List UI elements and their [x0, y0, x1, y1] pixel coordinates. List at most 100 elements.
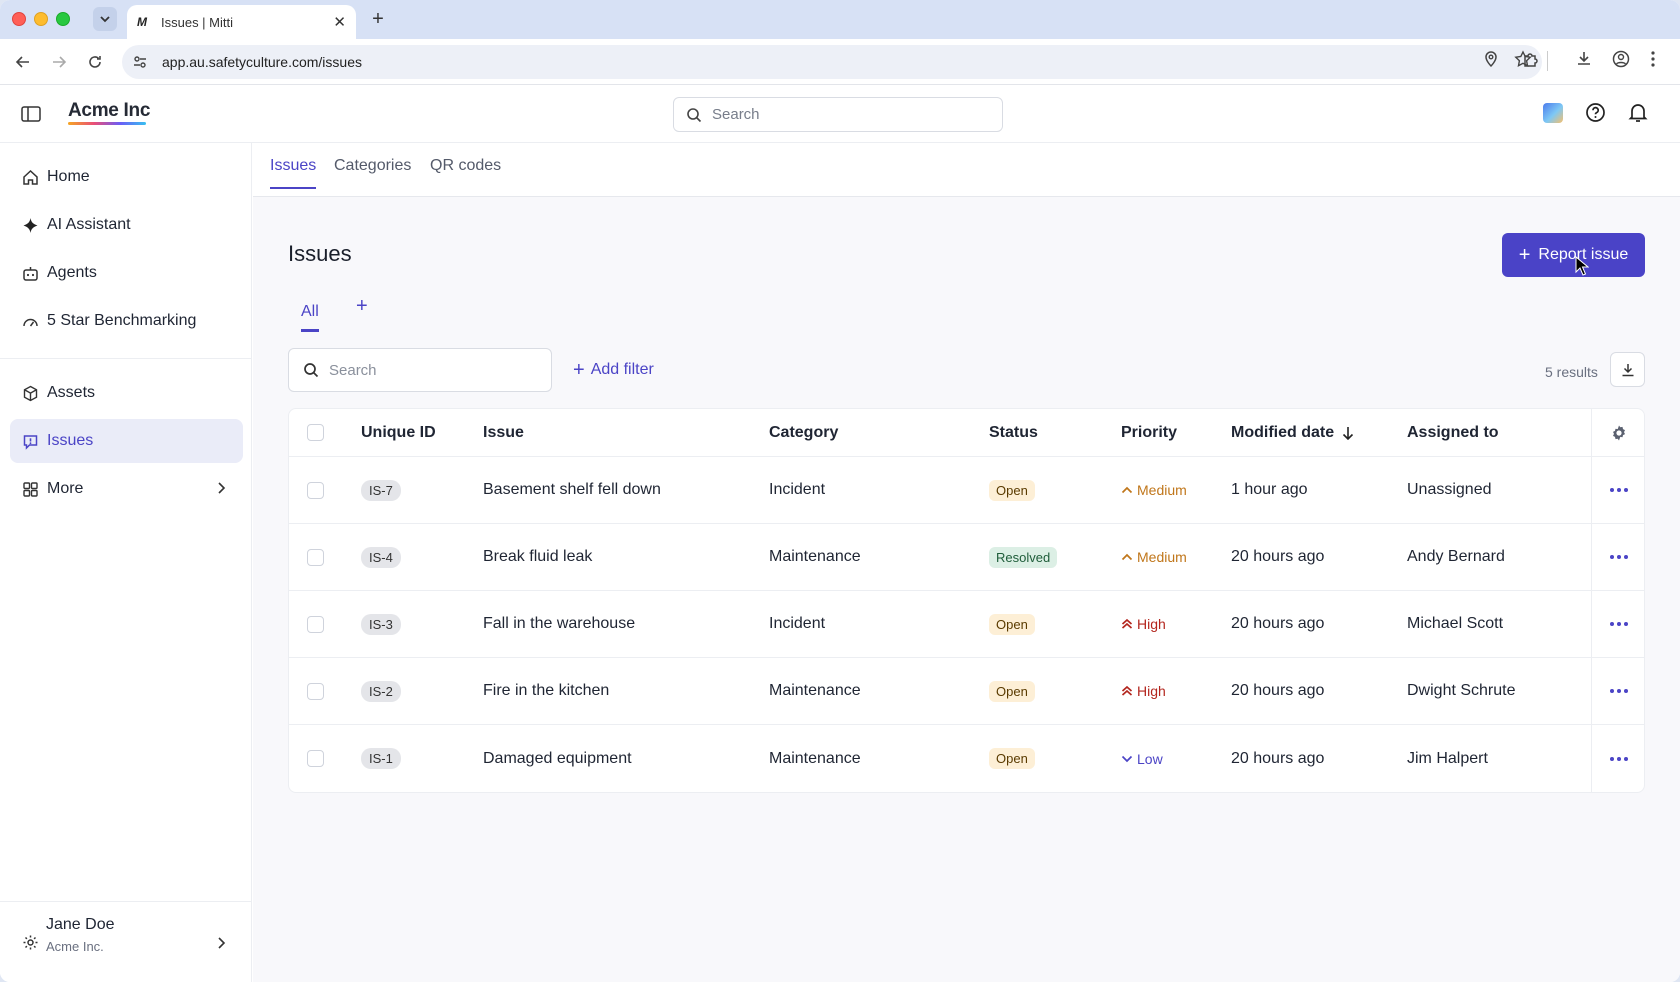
profile-button[interactable]	[1612, 50, 1630, 68]
report-issue-button[interactable]: + Report issue	[1502, 233, 1645, 277]
row-checkbox[interactable]	[307, 682, 324, 700]
row-checkbox[interactable]	[307, 548, 324, 566]
brand-logo[interactable]: Acme Inc	[68, 100, 150, 122]
issue-assignee: Andy Bernard	[1407, 548, 1505, 565]
sidebar-item-assets[interactable]: Assets	[10, 371, 243, 415]
sidebar-item-issues[interactable]: Issues	[10, 419, 243, 463]
select-all-checkbox[interactable]	[307, 424, 324, 441]
table-row[interactable]: IS-3 Fall in the warehouse Incident Open Hig…	[289, 591, 1644, 658]
table-row[interactable]: IS-4 Break fluid leak Maintenance Resolved M…	[289, 524, 1644, 591]
issue-category: Maintenance	[769, 548, 861, 565]
issue-category: Incident	[769, 481, 826, 498]
sidebar-toggle-button[interactable]	[21, 105, 41, 128]
sidebar: Home AI Assistant Agents 5 Star Benchmar…	[0, 143, 252, 982]
view-tab-all[interactable]: All	[301, 303, 319, 332]
row-actions-button[interactable]	[1591, 658, 1644, 724]
column-header-category[interactable]: Category	[769, 409, 838, 456]
gear-icon	[23, 935, 38, 950]
url-text: app.au.safetyculture.com/issues	[162, 54, 362, 70]
back-button[interactable]	[11, 50, 35, 74]
global-search[interactable]	[673, 97, 1003, 132]
global-search-input[interactable]	[712, 106, 982, 123]
issues-search-input[interactable]	[329, 361, 549, 379]
tab-qr-codes[interactable]: QR codes	[430, 157, 501, 187]
priority-high-icon	[1121, 618, 1133, 629]
sidebar-item-home[interactable]: Home	[10, 155, 243, 199]
sidebar-item-ai-assistant[interactable]: AI Assistant	[10, 203, 243, 247]
add-filter-button[interactable]: + Add filter	[573, 360, 654, 380]
issues-search[interactable]	[288, 348, 552, 392]
notification-bell-icon[interactable]	[1628, 102, 1648, 123]
toolbar-divider	[1547, 51, 1548, 71]
status-badge: Resolved	[989, 546, 1058, 568]
issue-title[interactable]: Break fluid leak	[483, 524, 592, 590]
new-tab-button[interactable]: +	[366, 8, 390, 31]
issue-title[interactable]: Basement shelf fell down	[483, 457, 661, 523]
reload-button[interactable]	[83, 50, 107, 74]
column-header-modified-date[interactable]: Modified date	[1231, 409, 1354, 456]
forward-button[interactable]	[47, 50, 71, 74]
row-checkbox[interactable]	[307, 750, 324, 767]
gauge-icon	[23, 318, 38, 326]
maximize-window-button[interactable]	[56, 12, 70, 26]
row-actions-button[interactable]	[1591, 591, 1644, 657]
row-checkbox[interactable]	[307, 615, 324, 633]
close-window-button[interactable]	[12, 12, 26, 26]
row-actions-button[interactable]	[1591, 457, 1644, 523]
help-icon[interactable]	[1585, 102, 1606, 123]
column-header-priority[interactable]: Priority	[1121, 409, 1177, 456]
site-settings-icon[interactable]	[132, 54, 148, 70]
column-header-id[interactable]: Unique ID	[361, 409, 436, 456]
column-header-status[interactable]: Status	[989, 409, 1038, 456]
status-badge: Open	[989, 748, 1035, 769]
column-header-assigned-to[interactable]: Assigned to	[1407, 409, 1499, 456]
row-checkbox-cell	[307, 457, 324, 523]
issue-id-badge: IS-1	[361, 748, 401, 769]
browser-window: M Issues | Mitti ✕ + app.au.safetycultur…	[0, 0, 1680, 982]
row-actions-button[interactable]	[1591, 725, 1644, 792]
tab-list-button[interactable]	[93, 7, 117, 31]
issue-title[interactable]: Fire in the kitchen	[483, 658, 609, 724]
priority-low-icon	[1121, 755, 1133, 762]
user-profile-menu[interactable]: Jane Doe Acme Inc.	[0, 901, 252, 982]
more-actions-icon	[1610, 555, 1628, 559]
location-icon[interactable]	[1482, 50, 1500, 68]
priority-label: Medium	[1137, 482, 1187, 498]
downloads-button[interactable]	[1575, 50, 1593, 68]
priority-indicator: High	[1121, 616, 1166, 632]
issue-title[interactable]: Fall in the warehouse	[483, 591, 635, 657]
table-row[interactable]: IS-1 Damaged equipment Maintenance Open Low 2…	[289, 725, 1644, 792]
more-actions-icon	[1610, 622, 1628, 626]
issue-title[interactable]: Damaged equipment	[483, 725, 632, 792]
app-root: Acme Inc Home AI Assistant	[0, 85, 1680, 982]
row-checkbox[interactable]	[307, 481, 324, 499]
row-actions-button[interactable]	[1591, 524, 1644, 590]
tab-categories[interactable]: Categories	[334, 157, 411, 187]
user-name: Jane Doe	[46, 916, 115, 933]
issue-id-cell: IS-7	[361, 457, 401, 523]
sidebar-item-agents[interactable]: Agents	[10, 251, 243, 295]
column-header-issue[interactable]: Issue	[483, 409, 524, 456]
priority-indicator: High	[1121, 683, 1166, 699]
export-button[interactable]	[1610, 352, 1645, 387]
sidebar-item-more[interactable]: More	[10, 467, 243, 511]
table-row[interactable]: IS-7 Basement shelf fell down Incident Open…	[289, 457, 1644, 524]
column-settings-button[interactable]	[1591, 409, 1644, 456]
address-bar[interactable]: app.au.safetyculture.com/issues	[122, 45, 1542, 79]
browser-tab-active[interactable]: M Issues | Mitti ✕	[127, 5, 356, 39]
status-badge: Open	[989, 479, 1035, 501]
sidebar-item-label: AI Assistant	[47, 216, 131, 233]
status-badge: Open	[989, 613, 1035, 635]
add-view-button[interactable]: +	[356, 295, 368, 318]
tab-issues[interactable]: Issues	[270, 157, 317, 189]
extensions-button[interactable]	[1522, 50, 1540, 68]
priority-indicator: Low	[1121, 751, 1163, 767]
sidebar-item-5-star-benchmarking[interactable]: 5 Star Benchmarking	[10, 299, 243, 343]
main-content: Issues Categories QR codes Issues + Repo…	[253, 143, 1680, 982]
browser-menu-button[interactable]	[1650, 50, 1656, 68]
table-row[interactable]: IS-2 Fire in the kitchen Maintenance Open Hi…	[289, 658, 1644, 725]
ai-app-icon[interactable]	[1543, 102, 1563, 123]
minimize-window-button[interactable]	[34, 12, 48, 26]
chevron-right-icon	[218, 482, 226, 494]
close-tab-icon[interactable]: ✕	[333, 13, 346, 31]
